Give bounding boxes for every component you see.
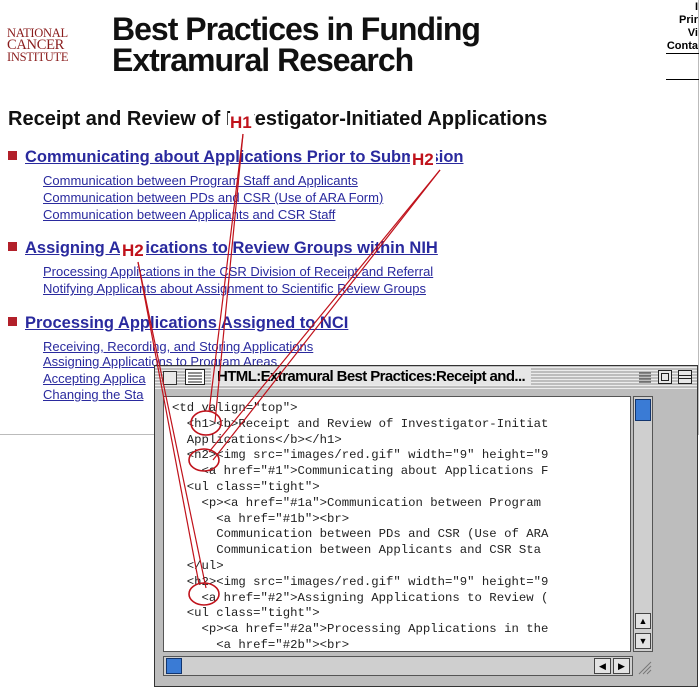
h2-annotation-label: H2 [410, 150, 436, 170]
h1-annotation-label: H1 [228, 113, 254, 133]
h1-highlight-circle [190, 410, 222, 436]
h2-annotation-label: H2 [120, 241, 146, 261]
annotation-overlay [137, 133, 441, 606]
h2-highlight-circle [188, 448, 220, 472]
h2-highlight-circle [188, 582, 220, 606]
